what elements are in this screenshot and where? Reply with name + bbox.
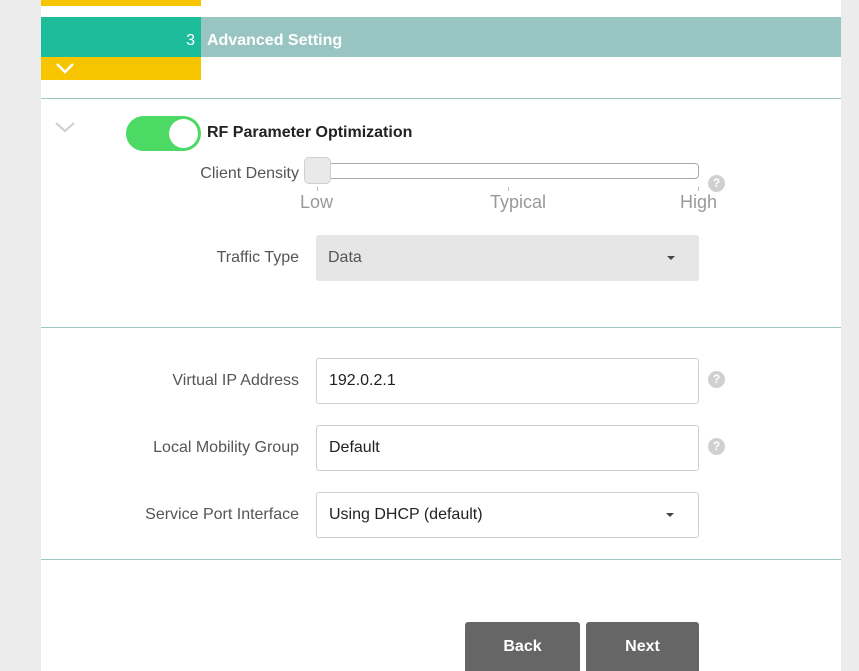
service-port-select[interactable]: Using DHCP (default) xyxy=(316,492,699,538)
step-number: 3 xyxy=(41,17,201,57)
help-circle-icon[interactable]: ? xyxy=(708,371,725,388)
back-button[interactable]: Back xyxy=(465,622,580,671)
chevron-down-icon xyxy=(56,63,74,74)
previous-step-tab[interactable] xyxy=(41,0,201,6)
caret-down-icon xyxy=(667,256,675,260)
tick-label-typical: Typical xyxy=(490,192,547,212)
service-port-label: Service Port Interface xyxy=(145,506,299,523)
wizard-panel xyxy=(41,0,841,671)
traffic-type-select[interactable]: Data xyxy=(316,235,699,281)
traffic-type-label: Traffic Type xyxy=(216,249,299,266)
section-divider xyxy=(41,559,841,560)
step-title: Advanced Setting xyxy=(207,32,343,49)
help-circle-icon[interactable]: ? xyxy=(708,175,725,192)
next-button[interactable]: Next xyxy=(586,622,699,671)
rf-optimization-toggle[interactable] xyxy=(126,116,201,151)
section-divider xyxy=(41,327,841,328)
mobility-group-label: Local Mobility Group xyxy=(153,439,299,456)
slider-tick xyxy=(317,187,318,191)
client-density-slider-thumb[interactable] xyxy=(304,157,331,184)
caret-down-icon xyxy=(666,513,674,517)
tick-label-low: Low xyxy=(300,192,334,212)
service-port-value: Using DHCP (default) xyxy=(329,506,483,523)
mobility-group-input[interactable]: Default xyxy=(316,425,699,471)
slider-tick xyxy=(508,187,509,191)
slider-tick xyxy=(698,187,699,191)
toggle-knob xyxy=(169,119,198,148)
virtual-ip-input[interactable]: 192.0.2.1 xyxy=(316,358,699,404)
step-expand-tab[interactable] xyxy=(41,57,201,80)
help-circle-icon[interactable]: ? xyxy=(708,438,725,455)
chevron-down-icon[interactable] xyxy=(54,120,76,134)
section-divider xyxy=(41,98,841,99)
tick-label-high: High xyxy=(680,192,718,212)
client-density-slider[interactable] xyxy=(316,163,699,179)
rf-optimization-label: RF Parameter Optimization xyxy=(207,124,413,141)
traffic-type-value: Data xyxy=(328,249,362,266)
virtual-ip-label: Virtual IP Address xyxy=(172,372,299,389)
client-density-label: Client Density xyxy=(200,165,299,182)
